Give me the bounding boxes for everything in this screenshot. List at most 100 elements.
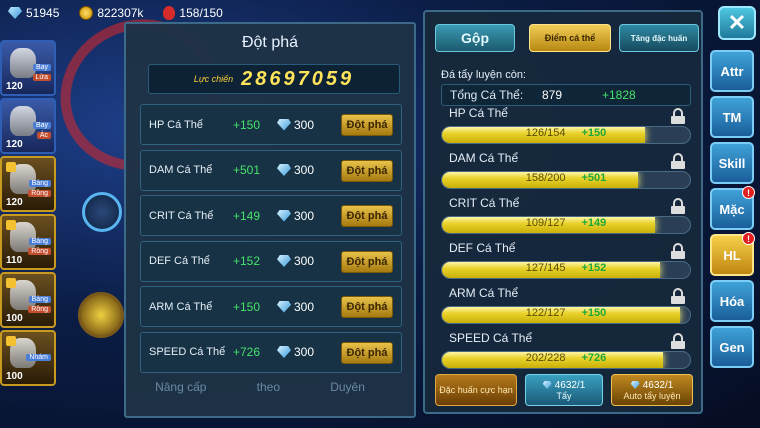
character-card[interactable]: Bảng Rồng 110 [0, 214, 56, 270]
sidebar-button-label: Attr [720, 63, 744, 79]
tab-merge[interactable]: Gộp [435, 24, 515, 52]
stat-name: SPEED Cá Thể [449, 331, 533, 345]
tab-fate[interactable]: Duyên [330, 380, 365, 394]
stat-progress-value: 126/154 [525, 127, 566, 139]
sidebar-button-gen[interactable]: Gen [710, 326, 754, 368]
tab-follow[interactable]: theo [257, 380, 280, 394]
gem-icon [277, 300, 291, 313]
character-list: Bay Lửa 120 Bay Ác 120 Bảng Rồng 120 Bảng Rồng 110 B… [0, 40, 64, 388]
stat-progress-value: 202/228 [525, 352, 566, 364]
character-level: 110 [6, 255, 23, 266]
character-tag: Bảng [28, 238, 51, 245]
stat-name: ARM Cá Thể [449, 286, 519, 300]
sidebar-button-skill[interactable]: Skill [710, 142, 754, 184]
stat-cost: 300 [294, 254, 315, 268]
lock-icon [6, 278, 16, 288]
character-level: 120 [6, 139, 23, 150]
tab-special-training[interactable]: Tăng đặc huấn [619, 24, 699, 52]
total-value: 879 [542, 88, 563, 102]
gold-coin-icon [79, 6, 94, 20]
character-tag: Ác [36, 132, 51, 139]
lock-bag-icon[interactable] [82, 192, 122, 232]
character-card[interactable]: Bảng Rồng 120 [0, 156, 56, 212]
auto-wash-button[interactable]: 4632/1 Auto tẩy luyện [611, 374, 693, 406]
sidebar-button-label: Skill [718, 155, 746, 171]
auto-wash-label: Auto tẩy luyện [623, 390, 681, 401]
close-button[interactable]: ✕ [718, 6, 756, 40]
lock-icon [6, 162, 16, 172]
stat-bonus: +150 [581, 127, 607, 139]
breakthrough-button[interactable]: Đột phá [341, 341, 393, 364]
gold-value: 822307k [97, 6, 144, 20]
stat-bonus: +150 [581, 307, 607, 319]
stat-progress-row: DEF Cá Thể 127/145 +152 [441, 241, 691, 285]
breakthrough-button[interactable]: Đột phá [341, 250, 393, 273]
stat-bonus: +149 [233, 208, 261, 223]
stat-progress-text: 127/145 +152 [441, 262, 691, 274]
sidebar-button-hoa[interactable]: Hóa [710, 280, 754, 322]
combat-power-value: 28697059 [241, 67, 355, 90]
stat-progress-value: 109/127 [525, 217, 566, 229]
stat-progress-row: DAM Cá Thể 158/200 +501 [441, 151, 691, 195]
sidebar-button-attr[interactable]: Attr [710, 50, 754, 92]
stat-cost: 300 [294, 163, 315, 177]
tab-upgrade[interactable]: Nâng cấp [155, 380, 206, 394]
bottom-tabs: Nâng cấp theo Duyên [130, 380, 390, 394]
auto-wash-cost: 4632/1 [630, 380, 673, 391]
gem-icon [8, 7, 22, 19]
character-card[interactable]: Bay Ác 120 [0, 98, 56, 154]
character-card[interactable]: Bay Lửa 120 [0, 40, 56, 96]
stat-bonus: +149 [581, 217, 607, 229]
stat-cost: 300 [294, 299, 315, 314]
stat-progress-row: SPEED Cá Thể 202/228 +726 [441, 331, 691, 375]
lock-icon[interactable] [671, 243, 685, 259]
character-level: 120 [6, 81, 23, 92]
wash-label: Tẩy [556, 390, 572, 401]
stat-name: DAM Cá Thể [149, 164, 213, 176]
lock-icon[interactable] [671, 333, 685, 349]
stat-bonus: +152 [581, 262, 607, 274]
rune-wheel-icon[interactable] [78, 292, 124, 338]
alert-badge: ! [742, 232, 755, 245]
breakthrough-row: ARM Cá Thể +150 300 Đột phá [140, 286, 402, 327]
lock-icon [6, 336, 16, 346]
stat-progress-row: CRIT Cá Thể 109/127 +149 [441, 196, 691, 240]
remaining-stones-label: Đá tẩy luyện còn: [441, 69, 526, 81]
energy-counter: 158/150 [163, 6, 223, 20]
character-tag: Bay [32, 64, 51, 71]
lock-icon[interactable] [671, 288, 685, 304]
wash-button[interactable]: 4632/1 Tẩy [525, 374, 603, 406]
character-card[interactable]: Bảng Rồng 100 [0, 272, 56, 328]
stat-cost: 300 [294, 345, 315, 359]
character-level: 120 [6, 197, 23, 208]
alert-badge: ! [742, 186, 755, 199]
character-tag: Lửa [32, 74, 51, 81]
breakthrough-button[interactable]: Đột phá [341, 159, 393, 182]
stat-bonus: +501 [581, 172, 607, 184]
combat-power-box: Lực chiến 28697059 [148, 64, 400, 94]
sidebar-button-hl[interactable]: HL! [710, 232, 755, 276]
sidebar-button-label: Mặc [719, 201, 745, 217]
extreme-training-button[interactable]: Đặc huấn cực hạn [435, 374, 517, 406]
character-portrait [10, 48, 36, 78]
wash-cost-value: 4632/1 [554, 379, 586, 391]
lock-icon[interactable] [671, 108, 685, 124]
breakthrough-button[interactable]: Đột phá [341, 205, 393, 227]
lock-icon[interactable] [671, 198, 685, 214]
character-level: 100 [6, 313, 23, 324]
lock-icon[interactable] [671, 153, 685, 169]
sidebar-button-mac[interactable]: Mặc! [710, 186, 755, 230]
breakthrough-button[interactable]: Đột phá [341, 114, 393, 136]
sidebar-button-tm[interactable]: TM [710, 96, 754, 138]
character-tag: Bảng [28, 180, 51, 187]
total-individual-row: Tổng Cá Thể: 879 +1828 [441, 84, 691, 106]
stat-name: DAM Cá Thể [449, 151, 519, 165]
stat-bonus: +501 [233, 163, 261, 177]
character-tag: Rồng [28, 248, 51, 255]
tab-individual-points[interactable]: Điểm cá thể [529, 24, 611, 52]
total-label: Tổng Cá Thể: [450, 88, 524, 102]
stone-icon [630, 381, 640, 389]
breakthrough-button[interactable]: Đột phá [341, 296, 393, 318]
extreme-training-label: Đặc huấn cực hạn [439, 385, 513, 395]
character-card[interactable]: Nhám 100 [0, 330, 56, 386]
